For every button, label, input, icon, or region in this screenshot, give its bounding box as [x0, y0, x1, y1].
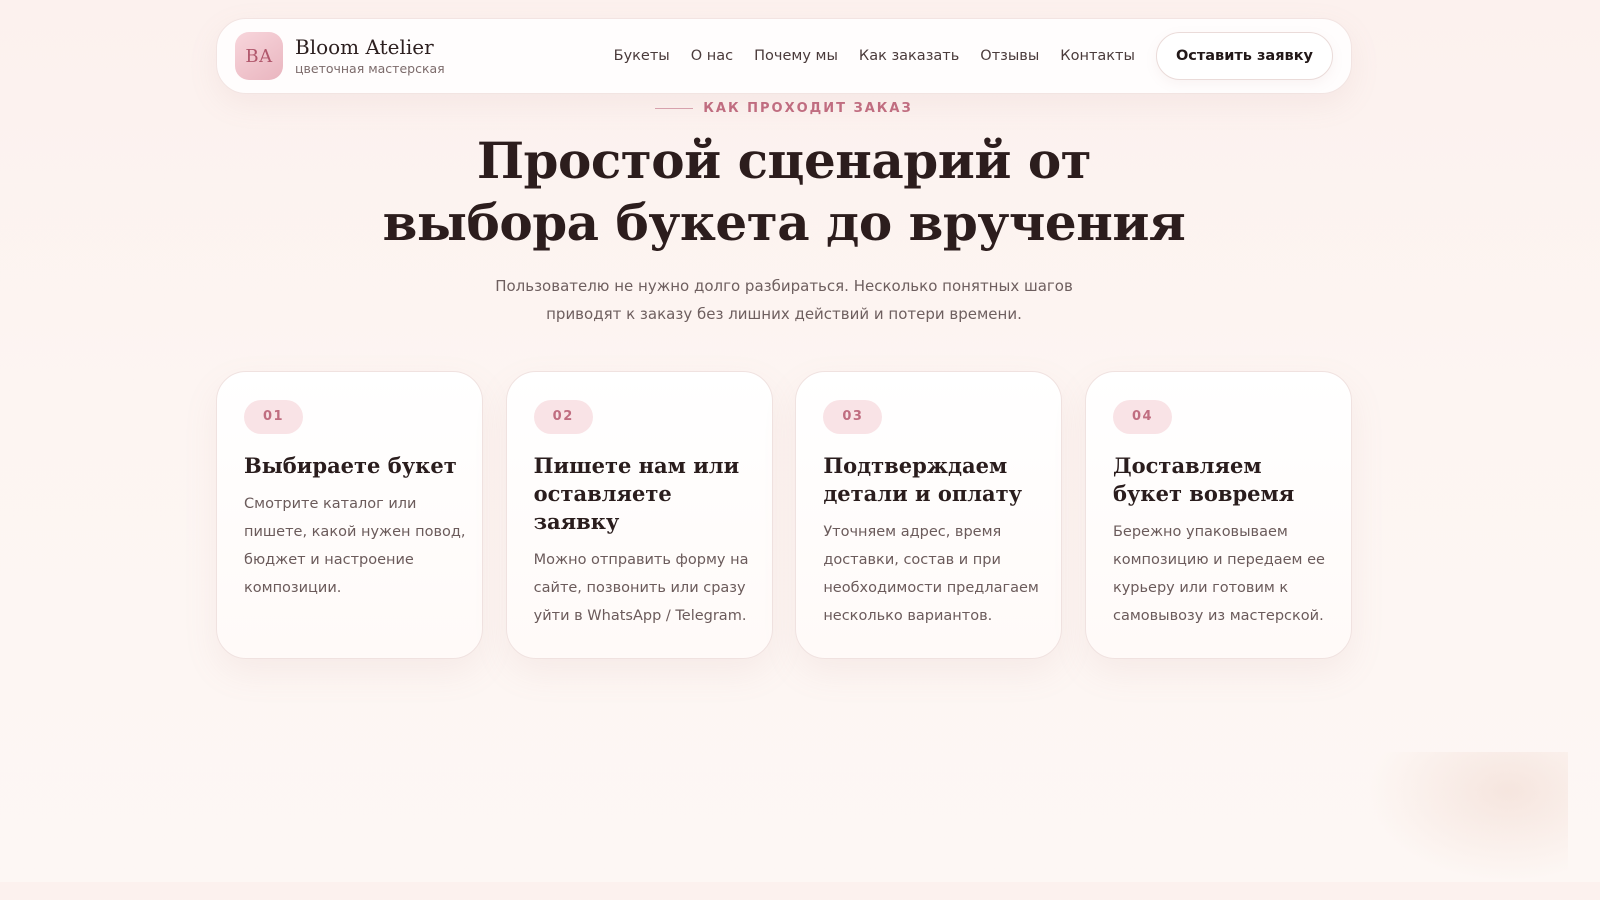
step-title: Подтверждаем детали и оплату — [823, 453, 1023, 506]
step-card: 02 Пишете нам или оставляете заявку Можн… — [505, 371, 773, 659]
section-lead-line-1: Пользователю не нужно долго разбираться.… — [495, 277, 1073, 295]
step-number-badge: 03 — [823, 400, 883, 434]
brand-subtitle: цветочная мастерская — [295, 60, 445, 76]
brand-name: Bloom Atelier — [295, 34, 434, 59]
section-title: Простой сценарий от выбора букета до вру… — [0, 130, 1568, 254]
eyebrow-label: КАК ПРОХОДИТ ЗАКАЗ — [703, 101, 913, 116]
step-number-badge: 02 — [533, 400, 593, 434]
section-lead: Пользователю не нужно долго разбираться.… — [0, 272, 1568, 328]
brand-logo[interactable]: BA — [235, 32, 283, 80]
section-lead-line-2: приводят к заказу без лишних действий и … — [546, 305, 1022, 323]
site-header: BA Bloom Atelier цветочная мастерская Бу… — [216, 18, 1352, 94]
step-description: Смотрите каталог или пишете, какой нужен… — [244, 496, 466, 596]
step-title: Пишете нам или оставляете заявку — [533, 453, 740, 534]
step-description: Бережно упаковываем композицию и передае… — [1112, 524, 1325, 624]
nav-link-why-us[interactable]: Почему мы — [754, 48, 838, 64]
nav-link-contacts[interactable]: Контакты — [1060, 48, 1135, 64]
step-number-badge: 04 — [1112, 400, 1173, 434]
nav-link-how-to-order[interactable]: Как заказать — [859, 48, 959, 64]
section-eyebrow: КАК ПРОХОДИТ ЗАКАЗ — [0, 101, 1568, 116]
main-nav: Букеты О нас Почему мы Как заказать Отзы… — [593, 32, 1333, 80]
decorative-glow — [1368, 752, 1568, 882]
leave-request-button[interactable]: Оставить заявку — [1155, 32, 1333, 80]
step-number-badge: 01 — [244, 400, 304, 434]
section-title-line-1: Простой сценарий от — [476, 131, 1092, 190]
step-card: 01 Выбираете букет Смотрите каталог или … — [216, 371, 483, 659]
section-title-line-2: выбора букета до вручения — [382, 193, 1186, 252]
order-steps: 01 Выбираете букет Смотрите каталог или … — [216, 371, 1352, 659]
nav-link-about[interactable]: О нас — [691, 48, 733, 64]
step-title: Доставляем букет вовремя — [1112, 453, 1295, 506]
nav-link-reviews[interactable]: Отзывы — [980, 48, 1039, 64]
brand-block: Bloom Atelier цветочная мастерская — [295, 34, 445, 76]
step-description: Уточняем адрес, время доставки, состав и… — [823, 524, 1039, 624]
step-description: Можно отправить форму на сайте, позвонит… — [533, 552, 749, 624]
eyebrow-divider — [655, 108, 694, 109]
step-card: 04 Доставляем букет вовремя Бережно упак… — [1084, 371, 1352, 659]
step-title: Выбираете букет — [244, 453, 457, 478]
nav-link-bouquets[interactable]: Букеты — [614, 48, 670, 64]
step-card: 03 Подтверждаем детали и оплату Уточняем… — [795, 371, 1063, 659]
